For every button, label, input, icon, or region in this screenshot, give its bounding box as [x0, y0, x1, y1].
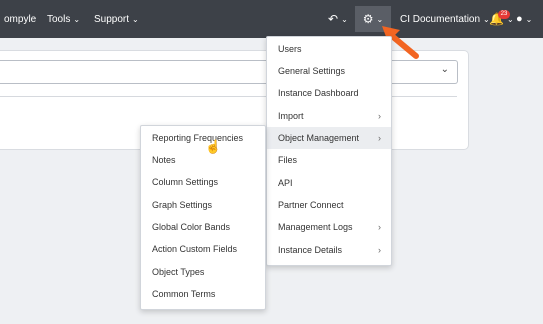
user-avatar-icon: ●	[516, 13, 523, 25]
submenu-item-notes[interactable]: Notes	[141, 149, 265, 171]
menu-item-label: Import	[278, 111, 304, 121]
nav-support-label: Support	[94, 13, 130, 25]
menu-item-management-logs[interactable]: Management Logs ›	[267, 216, 391, 238]
menu-item-label: API	[278, 178, 293, 188]
chevron-down-icon: ⌄	[525, 14, 533, 24]
menu-item-partner-connect[interactable]: Partner Connect	[267, 194, 391, 216]
user-menu-button[interactable]: ● ⌄	[516, 0, 532, 38]
top-navbar: ompyle Tools ⌄ Support ⌄ ↶ ⌄ ⚙ ⌄ CI Docu…	[0, 0, 543, 38]
submenu-item-label: Graph Settings	[152, 200, 213, 210]
nav-tools-label: Tools	[47, 13, 71, 25]
menu-item-label: General Settings	[278, 66, 346, 76]
submenu-item-label: Notes	[152, 155, 176, 165]
nav-support-menu[interactable]: Support ⌄	[94, 0, 139, 38]
submenu-item-label: Action Custom Fields	[152, 244, 238, 254]
menu-item-instance-dashboard[interactable]: Instance Dashboard	[267, 82, 391, 104]
chevron-right-icon: ›	[378, 111, 381, 121]
menu-item-label: Instance Details	[278, 245, 343, 255]
menu-item-label: Partner Connect	[278, 200, 344, 210]
workspace-label: CI Documentation	[400, 13, 481, 25]
submenu-item-column-settings[interactable]: Column Settings	[141, 171, 265, 193]
object-management-submenu: Reporting Frequencies Notes Column Setti…	[140, 125, 266, 310]
admin-dropdown-menu: Users General Settings Instance Dashboar…	[266, 36, 392, 266]
nav-tools-menu[interactable]: Tools ⌄	[47, 0, 80, 38]
hand-pointer-icon: ☝	[205, 139, 222, 154]
notifications-button[interactable]: 🔔 ⌄	[489, 0, 514, 38]
menu-item-label: Users	[278, 44, 302, 54]
menu-item-label: Management Logs	[278, 222, 353, 232]
submenu-item-graph-settings[interactable]: Graph Settings	[141, 194, 265, 216]
chevron-down-icon: ⌄	[132, 14, 139, 24]
submenu-item-common-terms[interactable]: Common Terms	[141, 283, 265, 305]
menu-item-general-settings[interactable]: General Settings	[267, 60, 391, 82]
chevron-down-icon: ⌄	[341, 14, 348, 24]
menu-item-label: Object Management	[278, 133, 360, 143]
submenu-item-object-types[interactable]: Object Types	[141, 261, 265, 283]
brand-logo-text[interactable]: ompyle	[4, 0, 36, 38]
submenu-item-global-color-bands[interactable]: Global Color Bands	[141, 216, 265, 238]
chevron-right-icon: ›	[378, 133, 381, 143]
submenu-item-reporting-frequencies[interactable]: Reporting Frequencies	[141, 127, 265, 149]
submenu-item-label: Global Color Bands	[152, 222, 231, 232]
menu-item-import[interactable]: Import ›	[267, 105, 391, 127]
submenu-item-action-custom-fields[interactable]: Action Custom Fields	[141, 238, 265, 260]
submenu-item-label: Object Types	[152, 267, 205, 277]
reply-arrow-icon: ↶	[328, 12, 339, 26]
chevron-down-icon: ⌄	[73, 14, 81, 24]
submenu-item-label: Column Settings	[152, 177, 219, 187]
menu-item-object-management[interactable]: Object Management ›	[267, 127, 391, 149]
submenu-item-label: Reporting Frequencies	[152, 133, 244, 143]
submenu-item-label: Common Terms	[152, 289, 216, 299]
chevron-down-icon: ⌄	[440, 64, 449, 75]
gear-icon: ⚙	[362, 12, 374, 26]
menu-item-files[interactable]: Files	[267, 149, 391, 171]
notification-badge: 23	[498, 10, 510, 19]
brand-name: ompyle	[4, 13, 37, 25]
menu-item-instance-details[interactable]: Instance Details ›	[267, 239, 391, 261]
chevron-right-icon: ›	[378, 222, 381, 232]
menu-item-label: Files	[278, 155, 298, 165]
menu-item-api[interactable]: API	[267, 172, 391, 194]
menu-item-users[interactable]: Users	[267, 38, 391, 60]
chevron-down-icon: ⌄	[376, 14, 384, 24]
chevron-right-icon: ›	[378, 245, 381, 255]
menu-item-label: Instance Dashboard	[278, 88, 359, 98]
undo-menu-button[interactable]: ↶ ⌄	[328, 0, 348, 38]
